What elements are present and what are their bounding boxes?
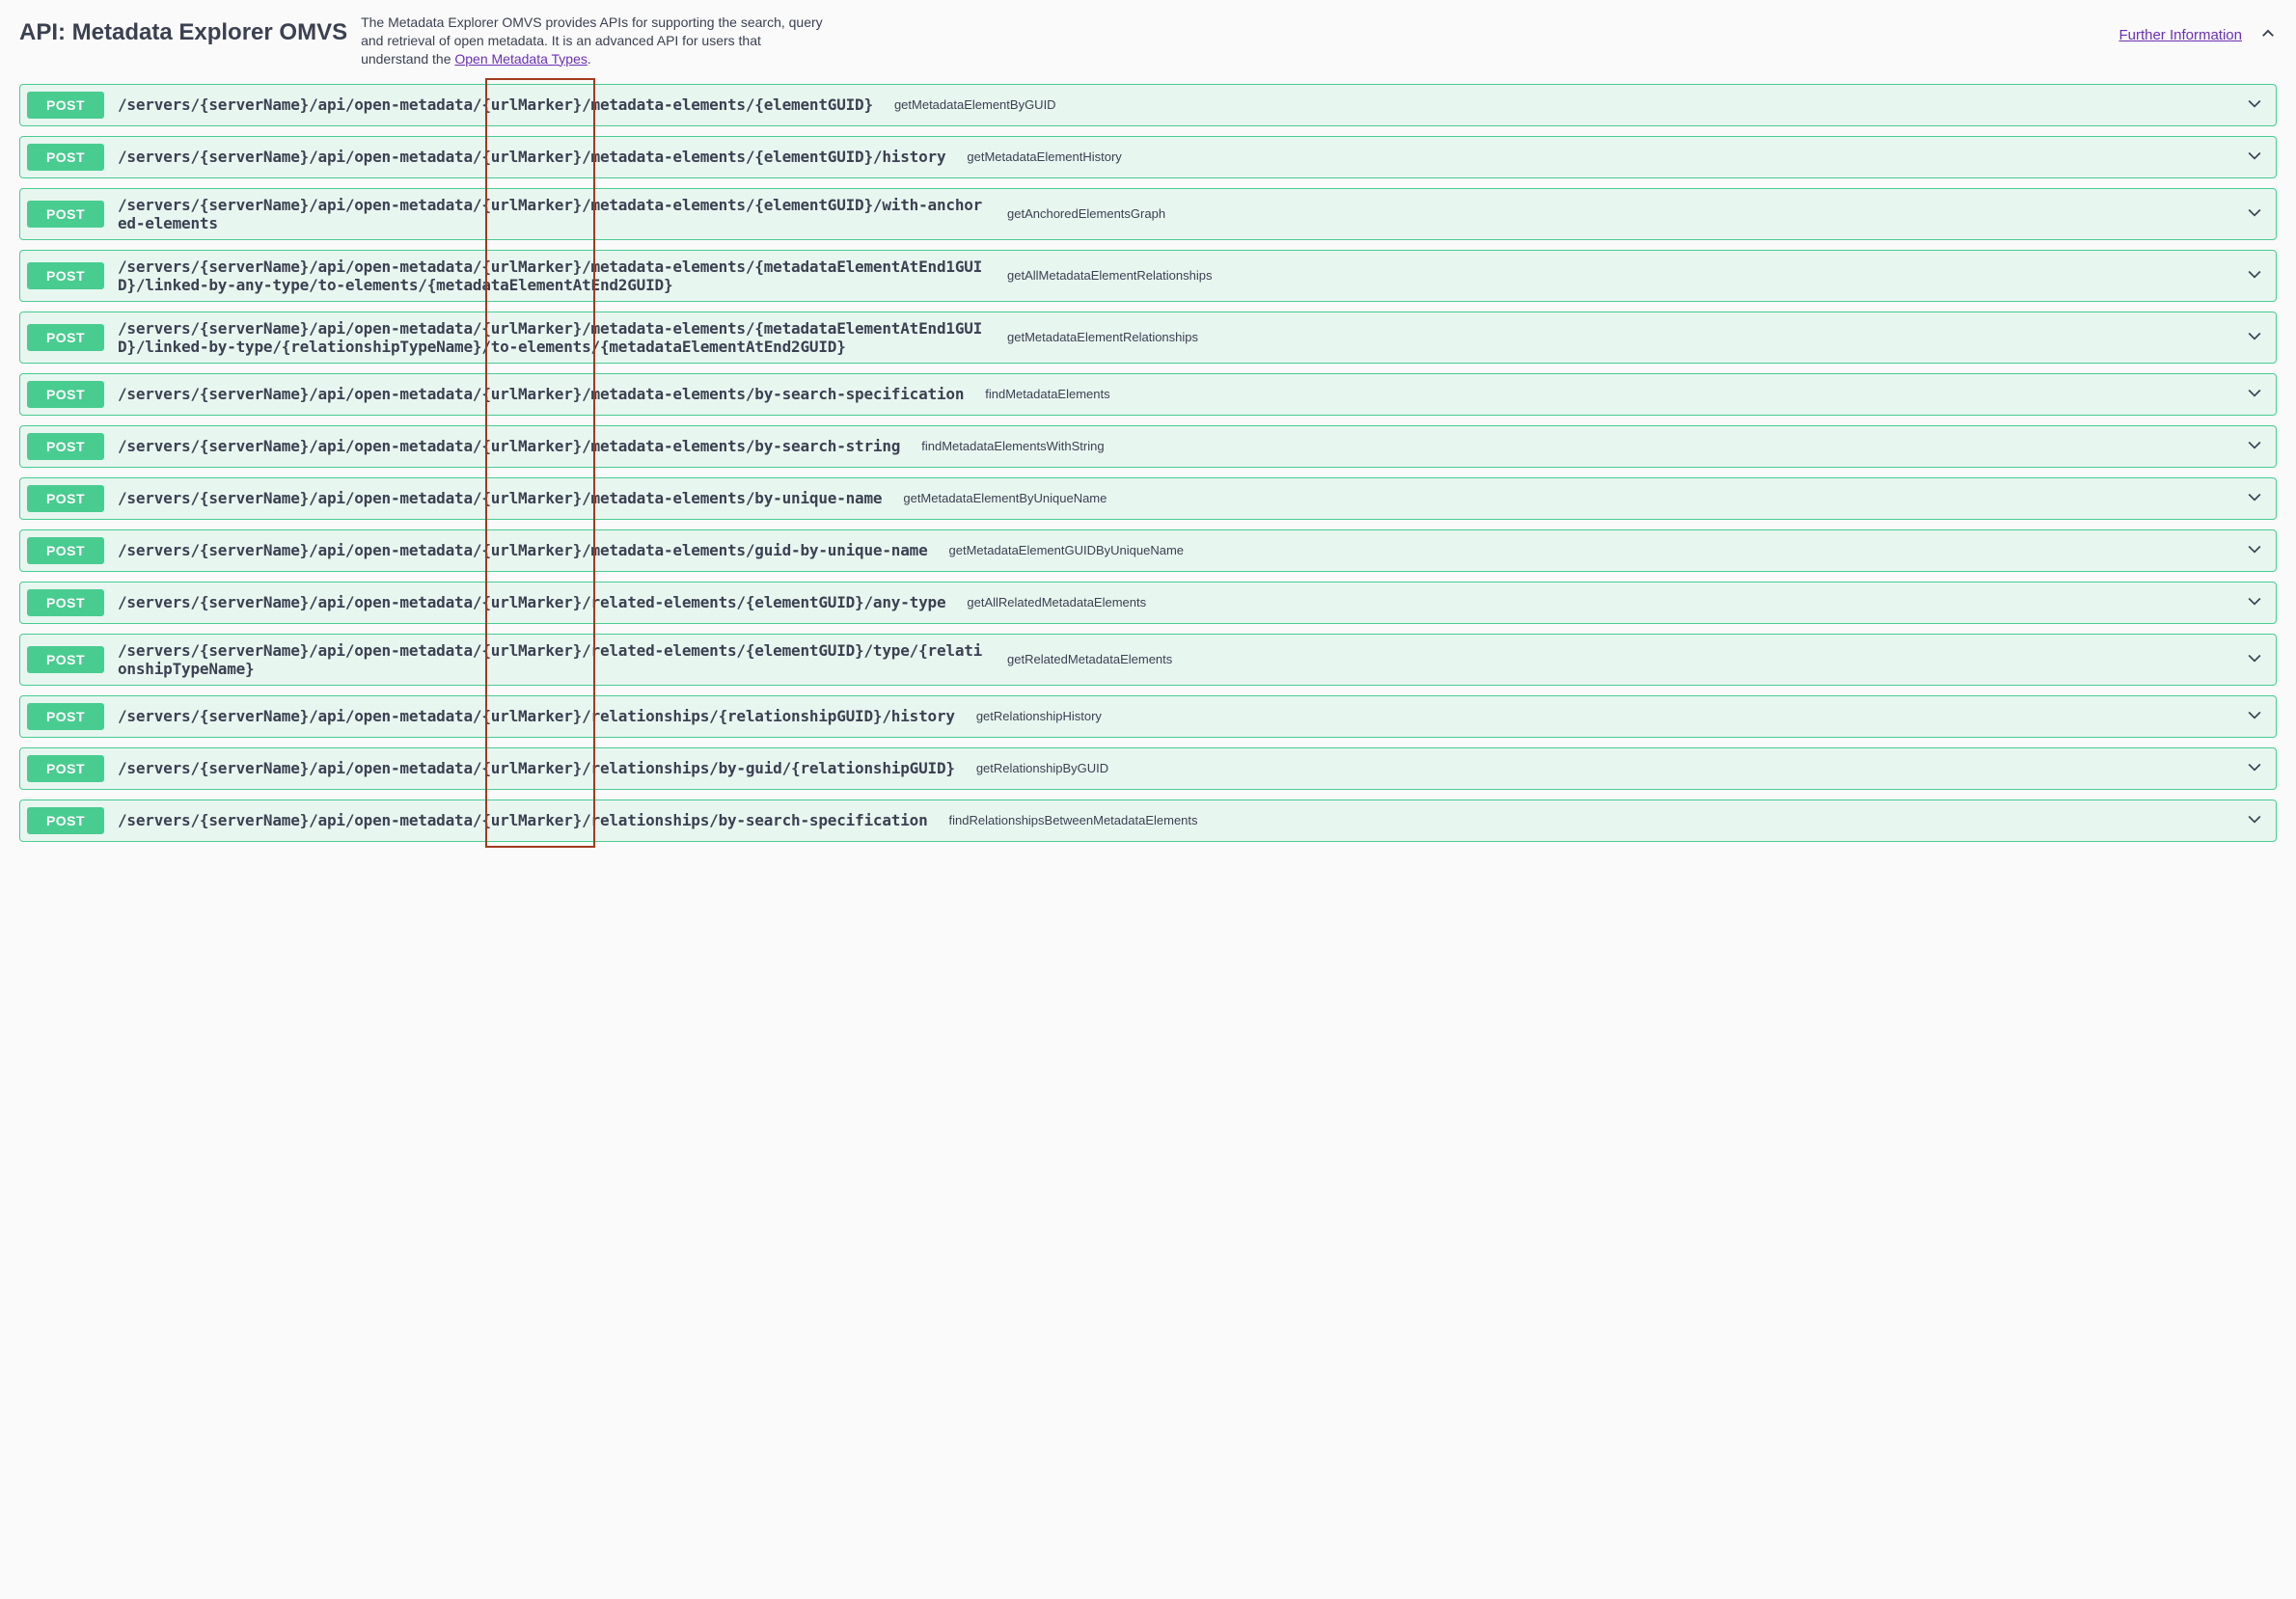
endpoint-path: /servers/{serverName}/api/open-metadata/… [118, 811, 928, 829]
operation-id: getAllRelatedMetadataElements [967, 595, 2231, 610]
http-method-badge: POST [27, 324, 104, 351]
chevron-down-icon[interactable] [2245, 487, 2264, 509]
http-method-badge: POST [27, 703, 104, 730]
chevron-down-icon[interactable] [2245, 383, 2264, 405]
endpoint-path: /servers/{serverName}/api/open-metadata/… [118, 385, 964, 403]
operation-id: getMetadataElementRelationships [1007, 330, 2231, 344]
chevron-down-icon[interactable] [2245, 94, 2264, 116]
http-method-badge: POST [27, 755, 104, 782]
endpoint-path: /servers/{serverName}/api/open-metadata/… [118, 95, 873, 114]
operation-row[interactable]: POST/servers/{serverName}/api/open-metad… [19, 582, 2277, 624]
operation-row[interactable]: POST/servers/{serverName}/api/open-metad… [19, 477, 2277, 520]
http-method-badge: POST [27, 485, 104, 512]
http-method-badge: POST [27, 537, 104, 564]
operation-id: findRelationshipsBetweenMetadataElements [949, 813, 2231, 827]
endpoint-path: /servers/{serverName}/api/open-metadata/… [118, 148, 945, 166]
operation-row[interactable]: POST/servers/{serverName}/api/open-metad… [19, 373, 2277, 416]
open-metadata-types-link[interactable]: Open Metadata Types [454, 51, 588, 67]
chevron-down-icon[interactable] [2245, 591, 2264, 613]
chevron-down-icon[interactable] [2245, 264, 2264, 286]
api-section-header[interactable]: API: Metadata Explorer OMVS The Metadata… [19, 12, 2277, 78]
operation-id: findMetadataElementsWithString [921, 439, 2231, 453]
chevron-down-icon[interactable] [2245, 203, 2264, 225]
operation-row[interactable]: POST/servers/{serverName}/api/open-metad… [19, 695, 2277, 738]
endpoint-path: /servers/{serverName}/api/open-metadata/… [118, 541, 928, 559]
operations-list: POST/servers/{serverName}/api/open-metad… [19, 84, 2277, 842]
operation-row[interactable]: POST/servers/{serverName}/api/open-metad… [19, 747, 2277, 790]
operation-id: getMetadataElementByGUID [894, 97, 2231, 112]
http-method-badge: POST [27, 807, 104, 834]
operation-row[interactable]: POST/servers/{serverName}/api/open-metad… [19, 188, 2277, 240]
operation-id: getRelationshipHistory [976, 709, 2231, 723]
chevron-down-icon[interactable] [2245, 648, 2264, 670]
collapse-section-icon[interactable] [2259, 25, 2277, 45]
operation-row[interactable]: POST/servers/{serverName}/api/open-metad… [19, 800, 2277, 842]
chevron-down-icon[interactable] [2245, 809, 2264, 831]
endpoint-path: /servers/{serverName}/api/open-metadata/… [118, 257, 986, 294]
chevron-down-icon[interactable] [2245, 757, 2264, 779]
operation-row[interactable]: POST/servers/{serverName}/api/open-metad… [19, 634, 2277, 686]
chevron-down-icon[interactable] [2245, 435, 2264, 457]
http-method-badge: POST [27, 201, 104, 228]
chevron-down-icon[interactable] [2245, 705, 2264, 727]
operation-row[interactable]: POST/servers/{serverName}/api/open-metad… [19, 136, 2277, 178]
chevron-down-icon[interactable] [2245, 326, 2264, 348]
operation-row[interactable]: POST/servers/{serverName}/api/open-metad… [19, 84, 2277, 126]
endpoint-path: /servers/{serverName}/api/open-metadata/… [118, 489, 882, 507]
operation-row[interactable]: POST/servers/{serverName}/api/open-metad… [19, 250, 2277, 302]
http-method-badge: POST [27, 433, 104, 460]
api-description: The Metadata Explorer OMVS provides APIs… [361, 12, 824, 68]
api-title: API: Metadata Explorer OMVS [19, 12, 347, 46]
operation-row[interactable]: POST/servers/{serverName}/api/open-metad… [19, 529, 2277, 572]
chevron-down-icon[interactable] [2245, 539, 2264, 561]
endpoint-path: /servers/{serverName}/api/open-metadata/… [118, 759, 955, 777]
operation-id: getRelationshipByGUID [976, 761, 2231, 775]
api-desc-post: . [588, 51, 591, 67]
chevron-down-icon[interactable] [2245, 146, 2264, 168]
http-method-badge: POST [27, 262, 104, 289]
endpoint-path: /servers/{serverName}/api/open-metadata/… [118, 641, 986, 678]
http-method-badge: POST [27, 92, 104, 119]
further-information-link[interactable]: Further Information [2118, 27, 2242, 43]
endpoint-path: /servers/{serverName}/api/open-metadata/… [118, 437, 900, 455]
http-method-badge: POST [27, 589, 104, 616]
http-method-badge: POST [27, 144, 104, 171]
operation-id: getAllMetadataElementRelationships [1007, 268, 2231, 283]
operation-id: getAnchoredElementsGraph [1007, 206, 2231, 221]
operation-row[interactable]: POST/servers/{serverName}/api/open-metad… [19, 425, 2277, 468]
operation-id: getMetadataElementByUniqueName [903, 491, 2231, 505]
operation-row[interactable]: POST/servers/{serverName}/api/open-metad… [19, 312, 2277, 364]
endpoint-path: /servers/{serverName}/api/open-metadata/… [118, 319, 986, 356]
endpoint-path: /servers/{serverName}/api/open-metadata/… [118, 707, 955, 725]
http-method-badge: POST [27, 381, 104, 408]
api-desc-text: The Metadata Explorer OMVS provides APIs… [361, 14, 823, 67]
operation-id: findMetadataElements [985, 387, 2231, 401]
operation-id: getMetadataElementHistory [967, 149, 2231, 164]
operation-id: getRelatedMetadataElements [1007, 652, 2231, 666]
http-method-badge: POST [27, 646, 104, 673]
operation-id: getMetadataElementGUIDByUniqueName [949, 543, 2231, 557]
endpoint-path: /servers/{serverName}/api/open-metadata/… [118, 593, 945, 611]
endpoint-path: /servers/{serverName}/api/open-metadata/… [118, 196, 986, 232]
